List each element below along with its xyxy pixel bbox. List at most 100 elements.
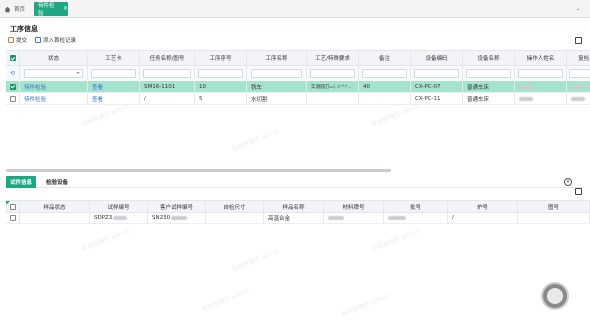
status-link[interactable]: 待件检验 bbox=[24, 83, 46, 91]
table-row[interactable]: SDPZ3 SN230 高温合金 / bbox=[6, 213, 590, 224]
card-link[interactable]: 查看 bbox=[92, 83, 103, 91]
row-checkbox[interactable] bbox=[9, 215, 16, 221]
col-req[interactable]: 工艺/特殊要求 bbox=[307, 51, 359, 65]
floating-action-button[interactable] bbox=[543, 284, 567, 308]
filter-remark[interactable] bbox=[359, 66, 411, 80]
operator-cell bbox=[515, 81, 567, 92]
watermark: 系统管理员 admin bbox=[200, 287, 251, 314]
name-cell: 水切割 bbox=[247, 93, 307, 104]
col-cust-sample-no[interactable]: 客户试样编号 bbox=[148, 201, 206, 212]
filter-card[interactable] bbox=[88, 66, 140, 80]
equip-name-cell: 普通车床 bbox=[463, 93, 515, 104]
col-operator[interactable]: 操作人姓名 bbox=[515, 51, 567, 65]
filter-recheck[interactable] bbox=[567, 66, 590, 80]
filter-operator[interactable] bbox=[515, 66, 567, 80]
add-record-button[interactable]: 添入首检记录 bbox=[35, 36, 76, 44]
col-batch[interactable]: 批号 bbox=[384, 201, 448, 212]
col-equip-name[interactable]: 设备名称 bbox=[463, 51, 515, 65]
col-task[interactable]: 任务名称/图号 bbox=[140, 51, 195, 65]
watermark: 系统管理员 admin bbox=[230, 247, 281, 274]
filter-status[interactable] bbox=[20, 66, 88, 80]
seq-cell: 5 bbox=[195, 93, 247, 104]
lower-tabs: 试件信息 检验设备 bbox=[6, 175, 584, 188]
add-record-icon bbox=[35, 37, 42, 43]
col-remark[interactable]: 备注 bbox=[359, 51, 411, 65]
col-card[interactable]: 工艺卡 bbox=[88, 51, 140, 65]
select-all-checkbox[interactable] bbox=[9, 55, 16, 61]
filter-req[interactable] bbox=[307, 66, 359, 80]
card-link[interactable]: 查看 bbox=[92, 95, 103, 103]
watermark: 系统管理员 admin bbox=[340, 292, 391, 319]
tab-sample-info[interactable]: 试件信息 bbox=[6, 175, 37, 188]
sample-status-cell bbox=[20, 213, 90, 223]
row-checkbox[interactable] bbox=[9, 83, 16, 90]
status-link[interactable]: 待件检验 bbox=[24, 95, 46, 103]
col-equip-code[interactable]: 设备编码 bbox=[411, 51, 463, 65]
req-cell bbox=[307, 93, 359, 104]
col-sample-status[interactable]: 样品状态 bbox=[20, 201, 90, 212]
row-checkbox[interactable] bbox=[9, 95, 16, 102]
header-select-all[interactable] bbox=[6, 51, 20, 65]
process-grid-header: 状态 工艺卡 任务名称/图号 工序序号 工序名称 工艺/特殊要求 备注 设备编码… bbox=[6, 50, 590, 66]
tab-inspection-equipment[interactable]: 检验设备 bbox=[42, 176, 72, 188]
add-record-label: 添入首检记录 bbox=[43, 38, 77, 44]
process-grid-filter: ⟲ bbox=[6, 66, 590, 80]
filter-task[interactable] bbox=[140, 66, 195, 80]
tab-home-label: 首页 bbox=[14, 7, 26, 13]
seq-cell: 10 bbox=[195, 81, 247, 92]
process-toolbar: 提交 添入首检记录 bbox=[8, 36, 76, 44]
material-cell bbox=[324, 213, 384, 223]
sample-no-cell: SDPZ3 bbox=[90, 213, 148, 223]
tab-home[interactable]: 首页 bbox=[4, 3, 25, 15]
section-title-process: 工序信息 bbox=[10, 25, 38, 33]
col-self-size[interactable]: 自检尺寸 bbox=[206, 201, 264, 212]
filter-equip-name[interactable] bbox=[463, 66, 515, 80]
remark-cell: 40 bbox=[359, 81, 411, 92]
col-recheck[interactable]: 复检人 bbox=[567, 51, 590, 65]
col-sample-no[interactable]: 试样编号 bbox=[90, 201, 148, 212]
col-material[interactable]: 材料牌号 bbox=[324, 201, 384, 212]
filter-equip-code[interactable] bbox=[411, 66, 463, 80]
drawing-cell bbox=[518, 213, 590, 223]
header-select-all[interactable] bbox=[6, 201, 20, 212]
equip-code-cell: CX-PC-07 bbox=[411, 81, 463, 92]
save-icon[interactable] bbox=[575, 37, 582, 44]
req-cell: 实测圆刀ᵤₖ(..)⁺⁰·⁰... bbox=[307, 81, 359, 92]
save-icon[interactable] bbox=[575, 188, 582, 195]
table-row[interactable]: 待件检验 查看 / 5 水切割 CX-PC-11 普通车床 bbox=[6, 93, 590, 105]
top-tab-bar: 首页 待件检验 × ⌄ bbox=[0, 0, 590, 18]
remark-cell bbox=[359, 93, 411, 104]
recheck-cell bbox=[567, 93, 590, 104]
col-furnace[interactable]: 炉号 bbox=[448, 201, 518, 212]
furnace-cell: / bbox=[448, 213, 518, 223]
tab-close-icon[interactable]: × bbox=[63, 6, 68, 12]
batch-cell bbox=[384, 213, 448, 223]
refresh-icon[interactable]: ⟲ bbox=[6, 66, 20, 80]
horizontal-scrollbar[interactable] bbox=[6, 169, 391, 172]
submit-button[interactable]: 提交 bbox=[8, 36, 27, 44]
select-all-checkbox[interactable] bbox=[9, 203, 16, 210]
cust-sample-no-cell: SN230 bbox=[148, 213, 206, 223]
col-seq[interactable]: 工序序号 bbox=[195, 51, 247, 65]
col-sample-name[interactable]: 样品名称 bbox=[264, 201, 324, 212]
home-icon bbox=[4, 6, 11, 12]
close-circle-icon[interactable]: × bbox=[564, 178, 572, 186]
task-cell: / bbox=[140, 93, 195, 104]
sample-grid-header: 样品状态 试样编号 客户试样编号 自检尺寸 样品名称 材料牌号 批号 炉号 图号 bbox=[6, 200, 590, 213]
chevron-down-icon[interactable]: ⌄ bbox=[572, 3, 584, 15]
table-row[interactable]: 待件检验 查看 SM16-1101 10 铣车 实测圆刀ᵤₖ(..)⁺⁰·⁰..… bbox=[6, 81, 590, 93]
operator-cell bbox=[515, 93, 567, 104]
tab-active-label: 待件检验 bbox=[38, 3, 55, 17]
filter-seq[interactable] bbox=[195, 66, 247, 80]
tab-active[interactable]: 待件检验 × bbox=[34, 2, 68, 17]
submit-icon bbox=[8, 37, 14, 43]
col-name[interactable]: 工序名称 bbox=[247, 51, 307, 65]
equip-code-cell: CX-PC-11 bbox=[411, 93, 463, 104]
process-grid: 状态 工艺卡 任务名称/图号 工序序号 工序名称 工艺/特殊要求 备注 设备编码… bbox=[6, 50, 590, 170]
col-status[interactable]: 状态 bbox=[20, 51, 88, 65]
submit-label: 提交 bbox=[16, 38, 28, 44]
col-drawing[interactable]: 图号 bbox=[518, 201, 590, 212]
equip-name-cell: 普通车床 bbox=[463, 81, 515, 92]
name-cell: 铣车 bbox=[247, 81, 307, 92]
filter-name[interactable] bbox=[247, 66, 307, 80]
